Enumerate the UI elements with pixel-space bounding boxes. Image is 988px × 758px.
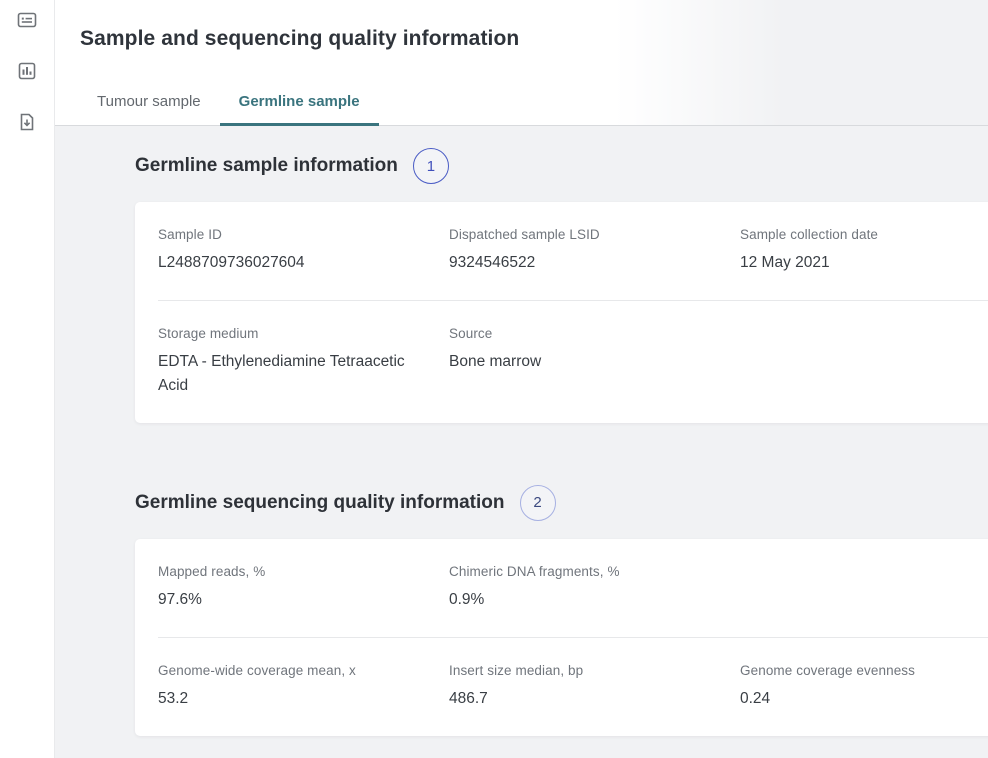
germline-sequencing-quality-card: Mapped reads, % 97.6% Chimeric DNA fragm…	[135, 539, 988, 737]
field-label: Source	[449, 326, 710, 341]
field-label: Genome coverage evenness	[740, 663, 964, 678]
field-label: Genome-wide coverage mean, x	[158, 663, 419, 678]
field-insert-size-median: Insert size median, bp 486.7	[449, 663, 740, 710]
page-title: Sample and sequencing quality informatio…	[55, 0, 988, 51]
card-row: Mapped reads, % 97.6% Chimeric DNA fragm…	[135, 539, 988, 637]
sample-details-icon[interactable]	[17, 10, 37, 30]
field-source: Source Bone marrow	[449, 326, 740, 397]
section-title: Germline sample information	[135, 155, 398, 177]
section-heading-sample-info: Germline sample information 1	[135, 147, 988, 185]
card-row: Sample ID L2488709736027604 Dispatched s…	[135, 202, 988, 300]
field-genome-wide-coverage-mean: Genome-wide coverage mean, x 53.2	[158, 663, 449, 710]
field-value: L2488709736027604	[158, 251, 419, 274]
field-label: Storage medium	[158, 326, 419, 341]
section-title: Germline sequencing quality information	[135, 492, 505, 514]
field-value: 9324546522	[449, 251, 710, 274]
field-label: Sample ID	[158, 227, 419, 242]
field-label: Sample collection date	[740, 227, 964, 242]
field-value: EDTA - Ethylenediamine Tetraacetic Acid	[158, 350, 419, 397]
tab-germline-sample[interactable]: Germline sample	[220, 81, 379, 126]
field-label: Mapped reads, %	[158, 564, 419, 579]
field-value: Bone marrow	[449, 350, 710, 373]
field-dispatched-sample-lsid: Dispatched sample LSID 9324546522	[449, 227, 740, 274]
page-header: Sample and sequencing quality informatio…	[55, 0, 988, 126]
field-value: 0.9%	[449, 588, 710, 611]
section-number-badge: 1	[413, 148, 449, 184]
field-storage-medium: Storage medium EDTA - Ethylenediamine Te…	[158, 326, 449, 397]
field-chimeric-dna-fragments: Chimeric DNA fragments, % 0.9%	[449, 564, 740, 611]
section-number-badge: 2	[520, 485, 556, 521]
sidebar	[0, 0, 55, 758]
germline-sample-info-card: Sample ID L2488709736027604 Dispatched s…	[135, 202, 988, 423]
field-mapped-reads: Mapped reads, % 97.6%	[158, 564, 449, 611]
field-value: 53.2	[158, 687, 419, 710]
sample-tabs: Tumour sample Germline sample	[78, 81, 379, 126]
field-label: Insert size median, bp	[449, 663, 710, 678]
field-value: 97.6%	[158, 588, 419, 611]
field-genome-coverage-evenness: Genome coverage evenness 0.24	[740, 663, 988, 710]
tab-tumour-sample[interactable]: Tumour sample	[78, 81, 220, 126]
field-value: 486.7	[449, 687, 710, 710]
report-download-icon[interactable]	[17, 112, 37, 132]
field-sample-id: Sample ID L2488709736027604	[158, 227, 449, 274]
field-sample-collection-date: Sample collection date 12 May 2021	[740, 227, 988, 274]
field-label: Dispatched sample LSID	[449, 227, 710, 242]
content-area: Germline sample information 1 Sample ID …	[55, 147, 988, 736]
card-row: Storage medium EDTA - Ethylenediamine Te…	[158, 300, 988, 423]
main-panel: Sample and sequencing quality informatio…	[55, 0, 988, 758]
card-row: Genome-wide coverage mean, x 53.2 Insert…	[158, 637, 988, 736]
field-value: 0.24	[740, 687, 964, 710]
field-value: 12 May 2021	[740, 251, 964, 274]
field-label: Chimeric DNA fragments, %	[449, 564, 710, 579]
section-heading-sequencing-quality: Germline sequencing quality information …	[135, 484, 988, 522]
quality-charts-icon[interactable]	[17, 61, 37, 81]
